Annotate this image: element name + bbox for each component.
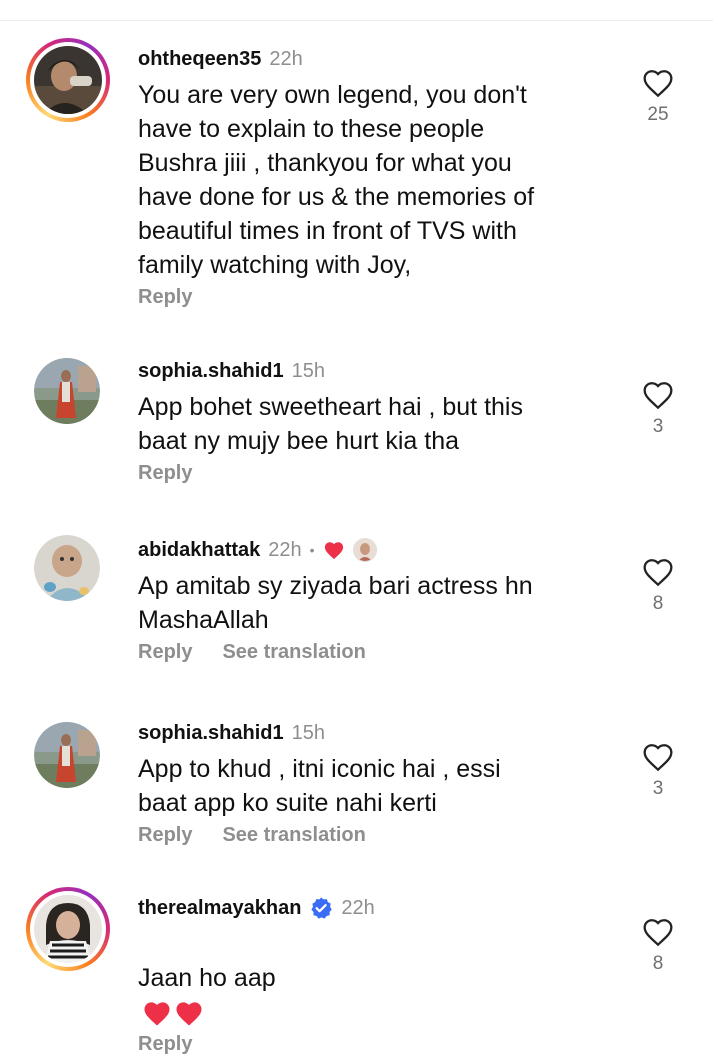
- red-heart-icon: [144, 1002, 170, 1026]
- separator-dot: •: [309, 542, 315, 558]
- like-count: 8: [652, 953, 664, 974]
- red-heart-icon: [323, 540, 345, 560]
- creator-avatar: [352, 538, 377, 562]
- avatar[interactable]: [34, 722, 100, 788]
- comment-text-content: Jaan ho aap: [138, 964, 276, 992]
- comment-text: Ap amitab sy ziyada bari actress hn Mash…: [138, 572, 533, 634]
- see-translation-button[interactable]: See translation: [222, 641, 365, 664]
- see-translation-button[interactable]: See translation: [222, 824, 365, 847]
- avatar[interactable]: [34, 535, 100, 601]
- reply-button[interactable]: Reply: [138, 641, 192, 664]
- comment-text: App bohet sweetheart hai , but this baat…: [138, 393, 523, 455]
- red-heart-icon: [176, 1002, 202, 1026]
- reply-button[interactable]: Reply: [138, 824, 192, 847]
- heart-outline-icon[interactable]: [636, 917, 680, 947]
- timestamp: 22h: [268, 539, 302, 561]
- avatar[interactable]: [34, 358, 100, 424]
- heart-outline-icon[interactable]: [636, 380, 680, 410]
- username[interactable]: abidakhattak: [138, 537, 260, 563]
- reply-button[interactable]: Reply: [138, 462, 192, 485]
- avatar[interactable]: [26, 887, 110, 971]
- avatar[interactable]: [26, 38, 110, 122]
- reply-button[interactable]: Reply: [138, 286, 192, 309]
- heart-outline-icon[interactable]: [636, 68, 680, 98]
- heart-outline-icon[interactable]: [636, 557, 680, 587]
- like-button[interactable]: 3: [636, 380, 680, 438]
- username[interactable]: sophia.shahid1: [138, 720, 284, 746]
- timestamp: 15h: [291, 360, 325, 382]
- like-button[interactable]: 25: [636, 68, 680, 126]
- username[interactable]: sophia.shahid1: [138, 358, 284, 384]
- like-count: 8: [652, 593, 664, 614]
- top-divider: [0, 20, 713, 21]
- verified-badge-icon: [309, 896, 333, 920]
- like-count: 3: [652, 416, 664, 437]
- comment-text: You are very own legend, you don't have …: [138, 81, 535, 279]
- timestamp: 22h: [341, 897, 375, 919]
- comment-text: App to khud , itni iconic hai , essi baa…: [138, 755, 501, 817]
- timestamp: 22h: [269, 48, 303, 70]
- like-button[interactable]: 3: [636, 742, 680, 800]
- reply-button[interactable]: Reply: [138, 1033, 192, 1056]
- username[interactable]: ohtheqeen35: [138, 46, 261, 72]
- timestamp: 15h: [291, 722, 325, 744]
- username[interactable]: therealmayakhan: [138, 895, 301, 921]
- like-count: 25: [647, 104, 669, 125]
- like-count: 3: [652, 778, 664, 799]
- like-button[interactable]: 8: [636, 917, 680, 975]
- heart-outline-icon[interactable]: [636, 742, 680, 772]
- red-heart-emoji-pair: [142, 999, 204, 1027]
- comment-text: Jaan ho aap: [138, 927, 598, 1029]
- like-button[interactable]: 8: [636, 557, 680, 615]
